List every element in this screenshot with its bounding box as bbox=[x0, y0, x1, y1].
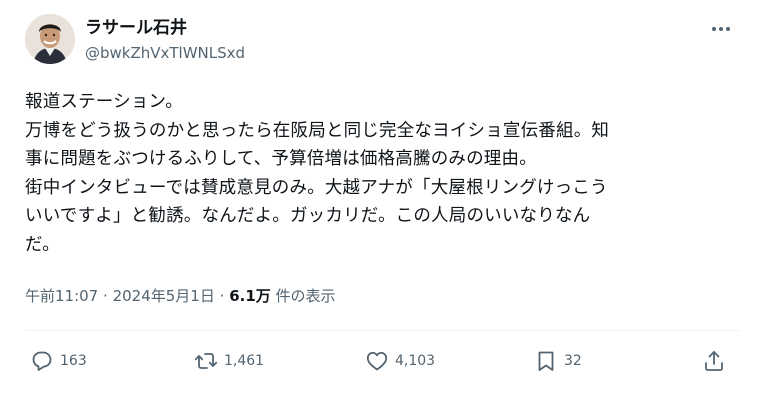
heart-icon bbox=[366, 352, 388, 371]
reply-count: 163 bbox=[60, 353, 87, 369]
divider bbox=[25, 330, 740, 331]
tweet-meta: 午前11:07 · 2024年5月1日 · 6.1万 件の表示 bbox=[25, 286, 336, 306]
author-name[interactable]: ラサール石井 bbox=[85, 17, 187, 39]
author-handle[interactable]: @bwkZhVxTlWNLSxd bbox=[85, 43, 245, 63]
tweet-card: ラサール石井 @bwkZhVxTlWNLSxd 報道ステーション。 万博をどう扱… bbox=[0, 0, 765, 408]
share-icon bbox=[705, 351, 723, 371]
views-label: 件の表示 bbox=[275, 287, 336, 305]
reply-icon bbox=[32, 351, 52, 371]
share-button[interactable] bbox=[702, 348, 726, 374]
bookmark-button[interactable]: 32 bbox=[534, 348, 582, 374]
tweet-date[interactable]: 2024年5月1日 bbox=[113, 287, 215, 305]
meta-separator: · bbox=[103, 287, 108, 305]
like-button[interactable]: 4,103 bbox=[365, 348, 435, 374]
avatar-photo bbox=[25, 14, 75, 64]
reply-button[interactable]: 163 bbox=[30, 348, 87, 374]
tweet-text: 報道ステーション。 万博をどう扱うのかと思ったら在阪局と同じ完全なヨイショ宣伝番… bbox=[25, 92, 610, 255]
views-count: 6.1万 bbox=[229, 287, 271, 305]
like-count: 4,103 bbox=[395, 353, 436, 369]
bookmark-count: 32 bbox=[564, 353, 582, 369]
avatar[interactable] bbox=[25, 14, 75, 64]
meta-separator: · bbox=[219, 287, 225, 305]
more-button[interactable] bbox=[708, 18, 734, 40]
tweet-time[interactable]: 午前11:07 bbox=[25, 287, 98, 305]
more-horizontal-icon bbox=[712, 27, 730, 31]
repost-button[interactable]: 1,461 bbox=[194, 348, 264, 374]
repost-count: 1,461 bbox=[224, 353, 265, 369]
bookmark-icon bbox=[538, 351, 554, 371]
repost-icon bbox=[194, 353, 218, 369]
